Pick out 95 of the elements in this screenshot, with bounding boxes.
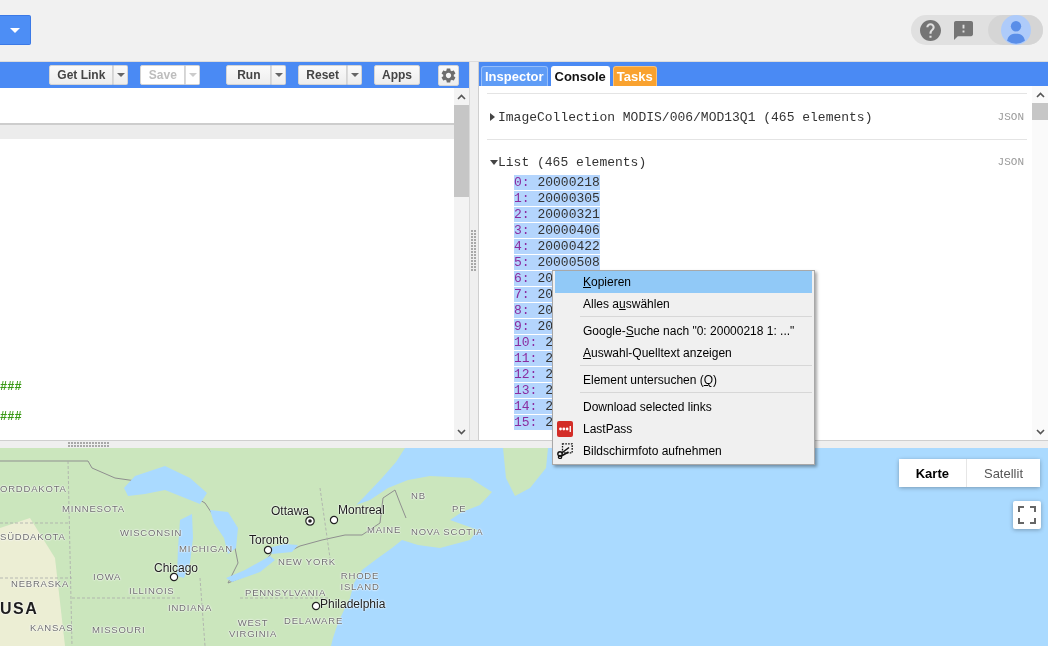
list-item-text: 10: 2 [514, 335, 554, 350]
menu-item[interactable]: Google-Suche nach "0: 20000218 1: ..." [555, 320, 812, 342]
toolbar-button[interactable]: Reset [298, 65, 347, 85]
settings-button[interactable] [438, 64, 459, 86]
code-text: ### [0, 410, 22, 424]
caret-icon [350, 73, 359, 77]
list-item-text: 6: 20 [514, 271, 554, 286]
scrollbar[interactable] [454, 88, 469, 440]
region-label: RHODE ISLAND [339, 570, 381, 592]
fullscreen-button[interactable] [1013, 501, 1041, 529]
password-manager-icon [557, 421, 573, 437]
region-label: MISSOURI [92, 624, 146, 635]
list-item-text: 9: 20 [514, 319, 554, 334]
region-label: SÜDDAKOTA [0, 531, 66, 542]
city-label: Toronto [249, 534, 290, 547]
scroll-up-icon[interactable] [1035, 92, 1045, 98]
region-label: INDIANA [168, 602, 213, 613]
avatar-icon [1001, 15, 1031, 45]
grip-icon[interactable] [471, 230, 477, 272]
code-text: ### [0, 380, 22, 394]
menu-item[interactable]: Download selected links [555, 396, 812, 418]
region-label: NEBRASKA [11, 578, 70, 589]
console-entry-title[interactable]: ImageCollection MODIS/006/MOD13Q1 (465 elements) [498, 109, 873, 125]
scroll-down-icon[interactable] [457, 429, 466, 435]
list-item-text: 3: 20000406 [514, 223, 600, 238]
country-label: USA [0, 600, 39, 617]
menu-item[interactable]: Element untersuchen (Q) [555, 369, 812, 391]
collapse-triangle-icon[interactable] [490, 159, 498, 165]
region-label: MAINE [367, 524, 402, 535]
scrollbar-thumb[interactable] [1032, 103, 1048, 120]
toolbar-button[interactable]: Apps [374, 65, 420, 85]
region-label: NOVA SCOTIA [411, 526, 484, 537]
city-label: Ottawa [271, 505, 309, 518]
list-item-text: 13: 2 [514, 383, 554, 398]
list-item-text: 8: 20 [514, 303, 554, 318]
menu-item[interactable]: LastPass [555, 418, 812, 440]
account-button[interactable] [988, 15, 1043, 45]
tab[interactable]: Console [550, 66, 610, 86]
dropdown-button[interactable] [0, 15, 31, 45]
scissors-icon [557, 443, 573, 459]
region-label: PE [452, 503, 467, 514]
list-item-text: 5: 20000508 [514, 255, 600, 270]
region-label: ILLINOIS [129, 585, 175, 596]
scroll-up-icon[interactable] [457, 94, 466, 100]
caret-icon [116, 73, 125, 77]
list-item-text: 7: 20 [514, 287, 554, 302]
map-type-button[interactable]: Satellit [965, 459, 1040, 487]
scrollbar-thumb[interactable] [454, 105, 469, 197]
feedback-icon[interactable] [954, 20, 973, 40]
caret-icon [10, 27, 20, 33]
capital-marker-icon [305, 516, 315, 526]
city-label: Philadelphia [320, 598, 386, 611]
caret-icon [188, 73, 197, 77]
list-item-text: 0: 20000218 [514, 175, 600, 190]
city-label: Montreal [338, 504, 385, 517]
city-marker-icon [263, 545, 273, 555]
caret-icon [274, 73, 283, 77]
region-label: DELAWARE [284, 615, 343, 626]
region-label: ORDDAKOTA [0, 483, 67, 494]
island-shape [503, 448, 548, 496]
list-item-text: 1: 20000305 [514, 191, 600, 206]
city-label: Chicago [154, 562, 199, 575]
region-label: IOWA [93, 571, 122, 582]
region-label: MICHIGAN [179, 543, 233, 554]
region-label: KANSAS [30, 622, 74, 633]
menu-item[interactable]: Bildschirmfoto aufnehmen [555, 440, 812, 462]
help-icon[interactable] [920, 19, 941, 41]
city-marker-icon [329, 515, 339, 525]
toolbar-button[interactable]: Get Link [49, 65, 114, 85]
menu-item[interactable]: Auswahl-Quelltext anzeigen [555, 342, 812, 364]
region-label: MINNESOTA [62, 503, 125, 514]
fullscreen-icon [1018, 506, 1036, 524]
console-entry-title[interactable]: List (465 elements) [498, 154, 647, 170]
expand-triangle-icon[interactable] [490, 113, 495, 121]
scroll-down-icon[interactable] [1035, 429, 1045, 435]
list-item-text: 11: 2 [514, 351, 554, 366]
menu-item[interactable]: Alles auswählen [555, 293, 812, 315]
menu-item[interactable]: Kopieren [555, 271, 812, 293]
list-item-text: 4: 20000422 [514, 239, 600, 254]
grip-icon[interactable] [68, 442, 109, 447]
city-marker-icon [311, 601, 321, 611]
list-item-text: 12: 2 [514, 367, 554, 382]
region-label: PENNSYLVANIA [245, 587, 327, 598]
list-item-text: 14: 2 [514, 399, 554, 414]
map-type-button[interactable]: Karte [898, 459, 966, 487]
region-label: WEST VIRGINIA [227, 617, 279, 639]
lake-shape [226, 556, 275, 582]
list-item-text: 15: 2 [514, 415, 554, 430]
region-label: WISCONSIN [120, 527, 183, 538]
gear-icon [441, 67, 456, 83]
toolbar-button[interactable]: Run [226, 65, 272, 85]
region-label: NEW YORK [278, 556, 336, 567]
list-item-text: 2: 20000321 [514, 207, 600, 222]
scrollbar[interactable] [1032, 86, 1048, 440]
region-label: NB [411, 490, 426, 501]
